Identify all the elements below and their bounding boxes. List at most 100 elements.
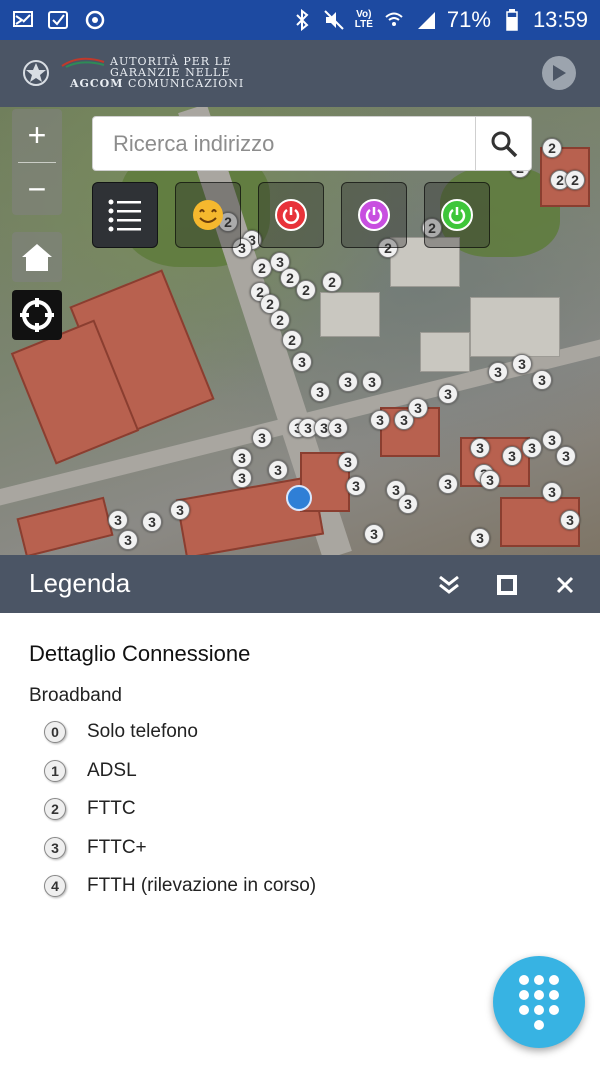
connection-marker[interactable]: 2 — [322, 272, 342, 292]
signal-icon — [415, 9, 437, 31]
connection-marker[interactable]: 3 — [232, 448, 252, 468]
address-search — [92, 116, 532, 171]
map-check-icon — [48, 9, 70, 31]
search-button[interactable] — [475, 117, 531, 170]
legend-item: 3 FTTC+ — [44, 829, 316, 868]
connection-marker[interactable]: 3 — [346, 476, 366, 496]
legend-item: 4 FTTH (rilevazione in corso) — [44, 867, 316, 906]
building — [16, 496, 114, 555]
notification-icon — [12, 9, 34, 31]
current-location-dot — [286, 485, 312, 511]
wifi-icon — [383, 9, 405, 31]
legend-badge: 0 — [44, 721, 66, 744]
connection-marker[interactable]: 3 — [532, 370, 552, 390]
legend-label: Solo telefono — [87, 721, 198, 743]
connection-marker[interactable]: 3 — [170, 500, 190, 520]
connection-marker[interactable]: 3 — [398, 494, 418, 514]
connection-marker[interactable]: 3 — [362, 372, 382, 392]
red-power-filter-button[interactable] — [258, 182, 324, 248]
crosshair-icon — [20, 298, 54, 332]
connection-marker[interactable]: 3 — [292, 352, 312, 372]
connection-marker[interactable]: 2 — [296, 280, 316, 300]
smiley-filter-button[interactable] — [175, 182, 241, 248]
app-header: AUTORITÀ PER LE GARANZIE NELLE AGCOM COM… — [0, 40, 600, 107]
connection-marker[interactable]: 2 — [282, 330, 302, 350]
connection-marker[interactable]: 2 — [542, 138, 562, 158]
connection-marker[interactable]: 3 — [502, 446, 522, 466]
connection-marker[interactable]: 3 — [522, 438, 542, 458]
play-icon — [553, 65, 566, 81]
legend-header: Legenda — [0, 555, 600, 613]
home-icon — [22, 244, 52, 271]
home-button[interactable] — [12, 232, 62, 282]
connection-marker[interactable]: 3 — [488, 362, 508, 382]
building — [320, 292, 380, 337]
group-title: Broadband — [29, 685, 122, 706]
connection-marker[interactable]: 3 — [512, 354, 532, 374]
connection-marker[interactable]: 3 — [232, 468, 252, 488]
connection-marker[interactable]: 3 — [470, 438, 490, 458]
dialpad-fab-button[interactable] — [493, 956, 585, 1048]
connection-marker[interactable]: 2 — [270, 310, 290, 330]
connection-marker[interactable]: 3 — [268, 460, 288, 480]
zoom-in-button[interactable]: + — [12, 109, 62, 162]
legend-item: 0 Solo telefono — [44, 713, 316, 752]
connection-marker[interactable]: 3 — [370, 410, 390, 430]
connection-marker[interactable]: 3 — [480, 470, 500, 490]
legend-label: FTTH (rilevazione in corso) — [87, 875, 317, 897]
battery-percent: 71% — [446, 7, 491, 32]
connection-marker[interactable]: 2 — [252, 258, 272, 278]
building — [470, 297, 560, 357]
connection-marker[interactable]: 3 — [338, 452, 358, 472]
connection-marker[interactable]: 2 — [565, 170, 585, 190]
connection-marker[interactable]: 3 — [108, 510, 128, 530]
connection-marker[interactable]: 3 — [438, 384, 458, 404]
agcom-logo: AUTORITÀ PER LE GARANZIE NELLE AGCOM COM… — [70, 55, 245, 90]
connection-marker[interactable]: 3 — [408, 398, 428, 418]
legend-title: Legenda — [29, 568, 131, 598]
republic-emblem-icon — [22, 58, 50, 88]
maximize-icon — [497, 575, 517, 595]
search-input[interactable] — [93, 117, 475, 170]
connection-marker[interactable]: 3 — [328, 418, 348, 438]
sync-icon — [84, 9, 106, 31]
connection-marker[interactable]: 3 — [118, 530, 138, 550]
battery-icon — [501, 9, 523, 31]
zoom-out-button[interactable]: − — [12, 163, 62, 216]
smiley-icon — [193, 200, 223, 230]
legend-badge: 2 — [44, 798, 66, 821]
mute-icon — [323, 9, 345, 31]
legend-label: ADSL — [87, 759, 137, 781]
power-icon — [275, 199, 307, 231]
connection-marker[interactable]: 3 — [142, 512, 162, 532]
locate-button[interactable] — [12, 290, 62, 340]
connection-marker[interactable]: 3 — [364, 524, 384, 544]
green-power-filter-button[interactable] — [424, 182, 490, 248]
connection-marker[interactable]: 3 — [438, 474, 458, 494]
play-button[interactable] — [542, 56, 576, 90]
detail-title: Dettaglio Connessione — [29, 641, 251, 666]
connection-marker[interactable]: 3 — [338, 372, 358, 392]
legend-list: 0 Solo telefono 1 ADSL 2 FTTC 3 FTTC+ 4 … — [44, 713, 316, 906]
legend-item: 1 ADSL — [44, 752, 316, 791]
power-icon — [358, 199, 390, 231]
purple-power-filter-button[interactable] — [341, 182, 407, 248]
collapse-button[interactable] — [434, 570, 464, 600]
legend-label: FTTC+ — [87, 836, 147, 858]
status-bar: Vo) LTE 71% 13:59 — [0, 0, 600, 40]
connection-marker[interactable]: 3 — [556, 446, 576, 466]
connection-marker[interactable]: 3 — [310, 382, 330, 402]
connection-marker[interactable]: 3 — [542, 482, 562, 502]
legend-badge: 3 — [44, 836, 66, 859]
maximize-button[interactable] — [492, 570, 522, 600]
search-icon — [491, 131, 517, 157]
connection-marker[interactable]: 3 — [252, 428, 272, 448]
connection-marker[interactable]: 3 — [560, 510, 580, 530]
legend-item: 2 FTTC — [44, 790, 316, 829]
connection-marker[interactable]: 3 — [470, 528, 490, 548]
clock: 13:59 — [532, 7, 588, 32]
volte-indicator: Vo) LTE — [354, 9, 373, 30]
list-filter-button[interactable] — [92, 182, 158, 248]
close-button[interactable] — [550, 570, 580, 600]
dialpad-icon — [519, 974, 559, 1030]
